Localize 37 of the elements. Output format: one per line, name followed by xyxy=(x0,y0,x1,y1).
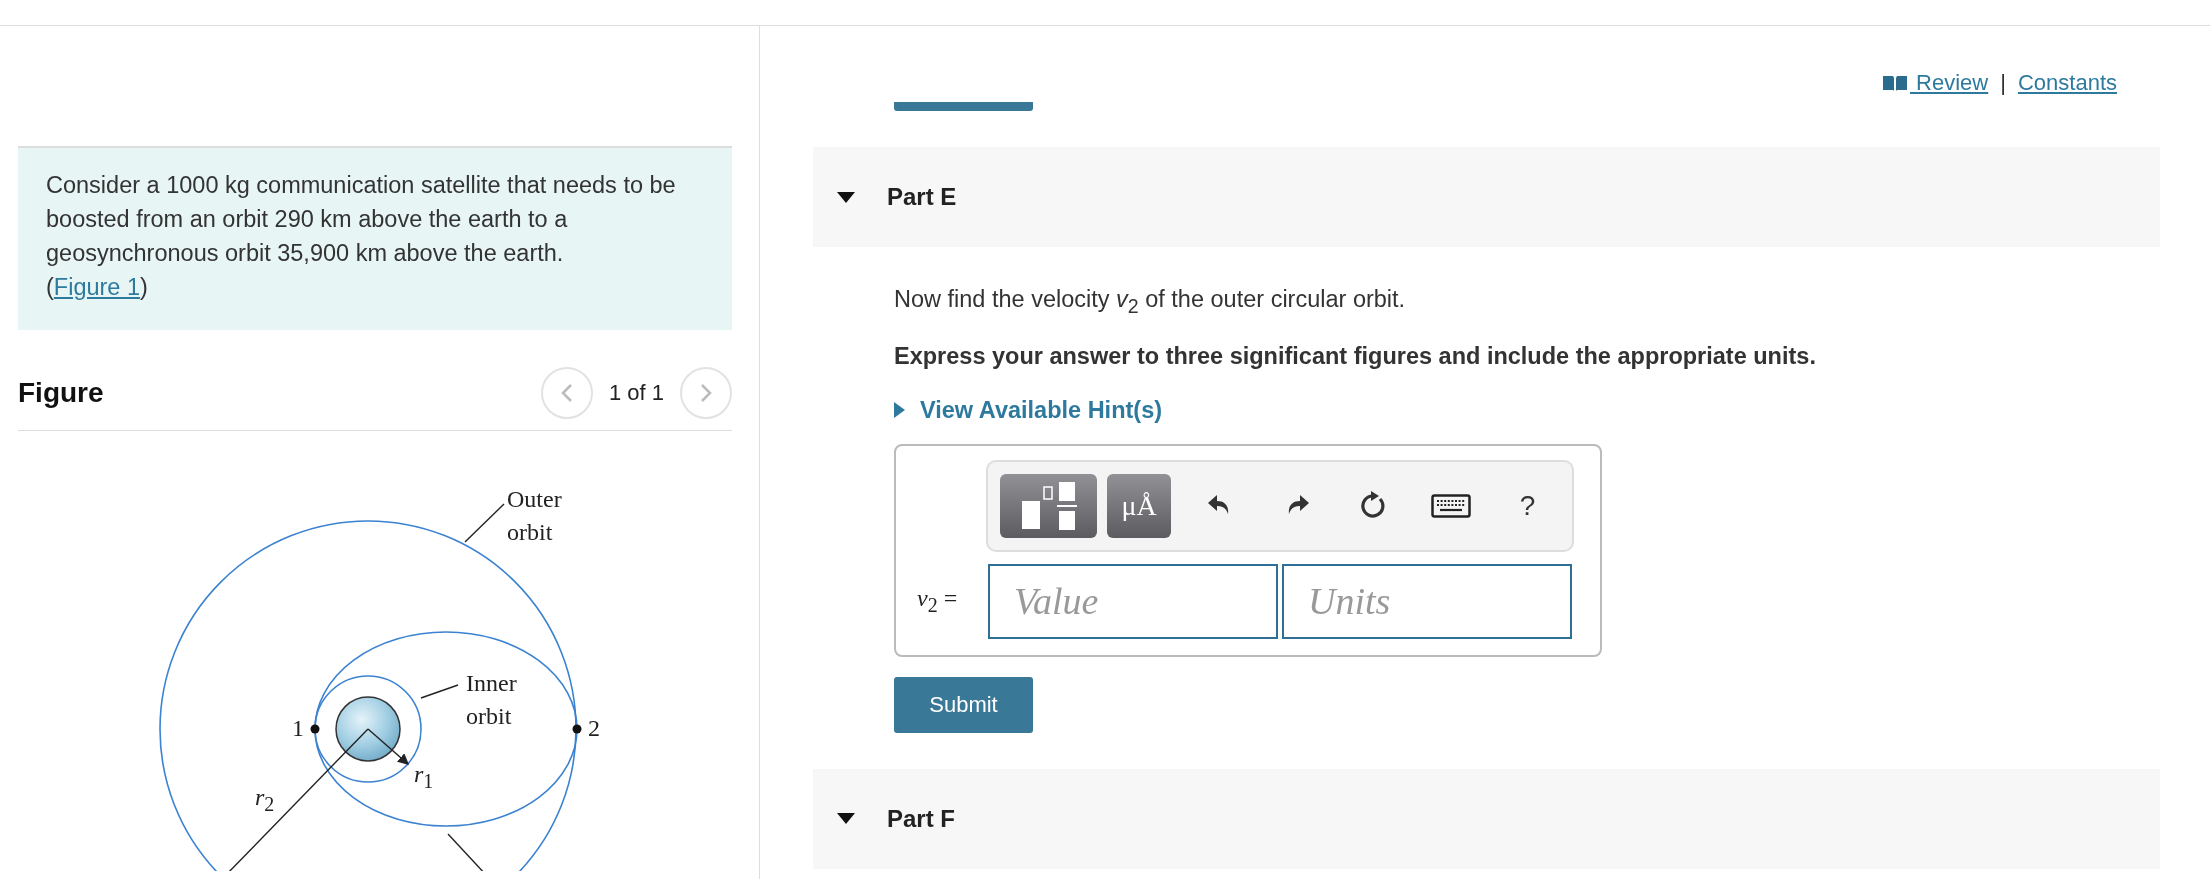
keyboard-icon xyxy=(1430,493,1471,518)
units-field[interactable]: Units xyxy=(1282,563,1572,639)
hint-link[interactable]: View Available Hint(s) xyxy=(894,396,1163,424)
template-button[interactable] xyxy=(1000,473,1097,538)
figure-title: Figure xyxy=(18,377,105,409)
page-counter: 1 of 1 xyxy=(608,380,664,406)
part-header[interactable]: Part F xyxy=(813,768,2160,869)
leader-line xyxy=(420,684,459,699)
units-button[interactable]: μÅ xyxy=(1107,473,1171,538)
problem-text: Consider a 1000 kg communication satellite that needs to be boosted from an orbit 290 km above the earth to a geosynchronous orbit 35,900 km above the earth. (Figure 1) xyxy=(46,171,677,302)
submit-button[interactable]: Submit xyxy=(894,676,1033,733)
part-title: Part F xyxy=(887,804,955,833)
point-marker xyxy=(572,724,582,734)
point-label: 1 xyxy=(292,714,304,743)
earth-drawing xyxy=(335,696,401,762)
chevron-right-icon xyxy=(700,383,712,403)
book-icon xyxy=(1881,74,1908,92)
link-separator: | xyxy=(2000,70,2006,96)
variable-label: v$_{2}$ = xyxy=(916,585,959,618)
help-button[interactable]: ? xyxy=(1489,475,1566,536)
constants-link[interactable]: Constants xyxy=(2017,70,2117,96)
point-label: 2 xyxy=(588,714,600,743)
point-marker xyxy=(310,724,320,734)
part-header[interactable]: Part E xyxy=(813,147,2160,247)
question-text: Now find the velocity v$_{2}$ of the outer circular orbit. xyxy=(894,285,1407,319)
review-link[interactable]: Review xyxy=(1881,70,1989,96)
chevron-left-icon xyxy=(560,383,573,403)
leader-line xyxy=(464,503,505,543)
instruction-text: Express your answer to three significant figures and include the appropriate units. xyxy=(894,341,1817,371)
figure-link[interactable]: Figure 1 xyxy=(53,274,141,300)
outer-orbit-label: Outer orbit xyxy=(507,485,563,547)
radius-label: r$_{1}$ xyxy=(414,760,434,794)
value-field[interactable]: Value xyxy=(988,563,1278,639)
part-title: Part E xyxy=(887,183,957,211)
radius-arrow xyxy=(367,728,410,765)
inner-orbit-label: Inner orbit xyxy=(466,669,518,731)
radius-label: r$_{2}$ xyxy=(255,783,275,817)
